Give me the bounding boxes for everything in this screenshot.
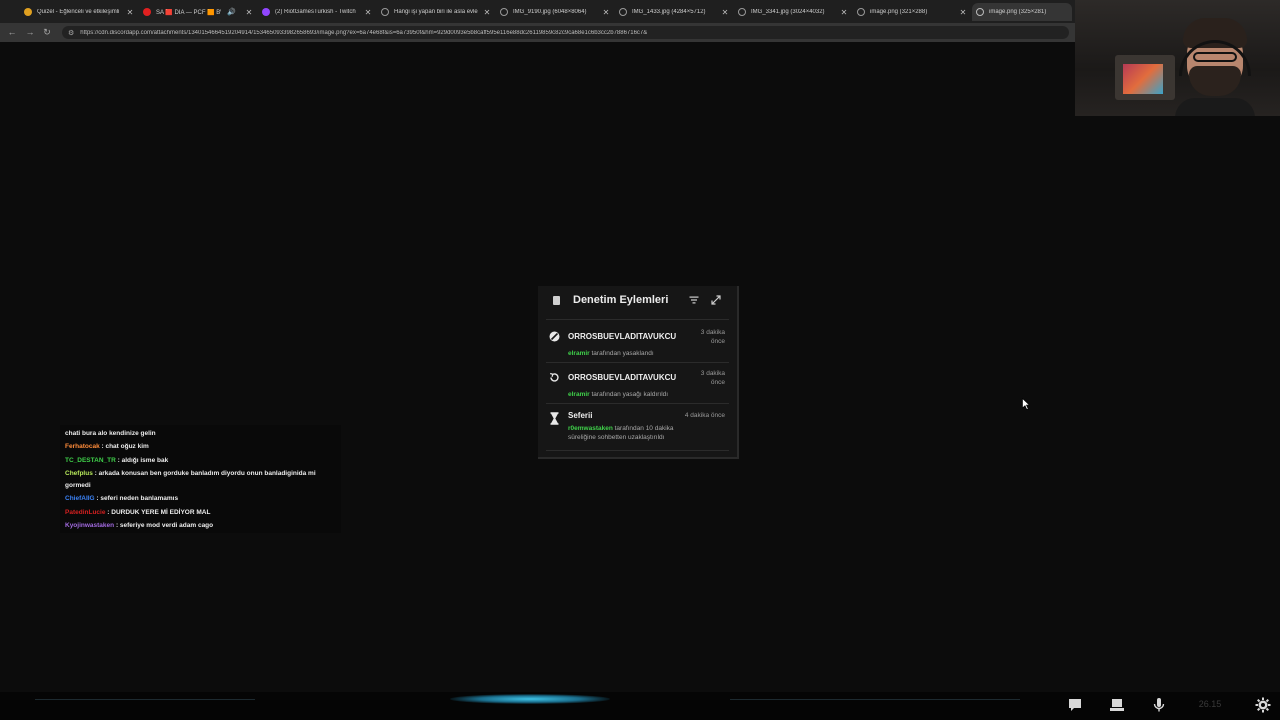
chat-icon[interactable] (1067, 697, 1083, 713)
audit-entry-actor[interactable]: elramir (568, 350, 590, 357)
address-bar[interactable]: ⚙ https://cdn.discordapp.com/attachments… (62, 26, 1069, 39)
divider (546, 319, 729, 320)
divider (546, 403, 729, 404)
globe-icon (619, 8, 627, 16)
chat-username: Ferhatocak (65, 443, 100, 450)
audit-entry-time: 4 dakika önce (684, 412, 725, 419)
browser-tab[interactable]: Hangi işi yapan biri ile asla evle ✕ (381, 3, 491, 21)
browser-tab[interactable]: image.png (321×288) ✕ (857, 3, 967, 21)
audit-entry: ORROSBUEVLADITAVUKCU 3 dakika önce elram… (538, 326, 737, 362)
browser-tab[interactable]: IMG_3341.jpg (3024×4032) ✕ (738, 3, 848, 21)
chat-username: Chefplus (65, 470, 93, 477)
close-tab-icon[interactable]: ✕ (840, 8, 848, 17)
audit-entry-actor[interactable]: elramir (568, 391, 590, 398)
audit-entry-description: r0emwastaken tarafından 10 dakika süreli… (568, 425, 674, 441)
stream-chat-overlay: chati bura alo kendinize gelin Ferhatoca… (60, 425, 341, 533)
mouse-cursor-icon (1022, 398, 1030, 410)
cam-background-monitor (1123, 64, 1163, 94)
audit-entry-description: elramir tarafından yasağı kaldırıldı (568, 391, 669, 398)
audit-entry-time: 3 dakika önce (700, 370, 725, 386)
globe-icon (976, 8, 984, 16)
browser-tab[interactable]: SA 🟥 DIA — PCF 🟧 BW 🔊 ✕ (143, 3, 253, 21)
url-text: https://cdn.discordapp.com/attachments/1… (80, 29, 648, 36)
audit-entry: ORROSBUEVLADITAVUKCU 3 dakika önce elram… (538, 367, 737, 403)
audit-entry-target: ORROSBUEVLADITAVUKCU (568, 373, 677, 382)
browser-tab[interactable]: Quizel - Eğlenceli ve etkileşimli ✕ (24, 3, 134, 21)
browser-tab-active[interactable]: image.png (325×281) (972, 3, 1072, 21)
globe-icon (500, 8, 508, 16)
quizel-icon (24, 8, 32, 16)
unban-icon (550, 372, 559, 382)
timeout-icon (550, 412, 559, 425)
globe-icon (738, 8, 746, 16)
twitch-icon (262, 8, 270, 16)
chat-message: Ferhatocak : chat oğuz kim (65, 443, 149, 450)
twitch-live-icon (143, 8, 151, 16)
chat-username: TC_DESTAN_TR (65, 457, 116, 464)
streamer (1175, 10, 1255, 116)
close-tab-icon[interactable]: ✕ (483, 8, 491, 17)
globe-icon (381, 8, 389, 16)
stream-bottom-bar (0, 692, 1280, 720)
divider (546, 450, 729, 451)
close-tab-icon[interactable]: ✕ (602, 8, 610, 17)
close-tab-icon[interactable]: ✕ (126, 8, 134, 17)
clock: 26.15 (1198, 699, 1222, 709)
filter-icon[interactable] (689, 295, 699, 305)
reload-icon[interactable]: ↻ (41, 26, 53, 38)
audit-entry-actor[interactable]: r0emwastaken (568, 425, 613, 432)
divider (35, 699, 255, 700)
chat-username: ChiefAIIG (65, 495, 95, 502)
audit-entry-target: ORROSBUEVLADITAVUKCU (568, 332, 677, 341)
chat-username: Kyojinwastaken (65, 522, 115, 529)
webcam-overlay (1075, 0, 1280, 116)
microphone-icon[interactable] (1151, 697, 1167, 713)
close-tab-icon[interactable]: ✕ (245, 8, 253, 17)
forward-icon[interactable]: → (24, 26, 36, 38)
audit-entry-description: elramir tarafından yasaklandı (568, 350, 654, 357)
browser-tab[interactable]: IMG_9190.jpg (6048×8064) ✕ (500, 3, 610, 21)
speaker-icon[interactable]: 🔊 (227, 8, 236, 16)
divider (546, 362, 729, 363)
chat-message: ChiefAIIG : seferi neden banlamamıs (65, 495, 179, 502)
browser-tab[interactable]: IMG_1433.jpg (4284×5712) ✕ (619, 3, 729, 21)
chat-message: chati bura alo kendinize gelin (65, 430, 156, 437)
audit-log-title: Denetim Eylemleri (573, 294, 669, 306)
chat-message: PatedinLucie : DURDUK YERE Mİ EDİYOR MAL (65, 509, 211, 516)
audit-entry-target: Seferii (568, 411, 593, 420)
settings-icon[interactable] (1255, 697, 1271, 713)
audit-log-header: Denetim Eylemleri (538, 286, 737, 316)
audit-log-card: Denetim Eylemleri ORROSBUEVLADITAVUKCU 3… (538, 286, 739, 459)
document-icon (553, 296, 560, 305)
site-info-icon[interactable]: ⚙ (68, 29, 74, 37)
back-icon[interactable]: ← (6, 26, 18, 38)
chat-message: Chefplus : arkada konusan ben gorduke ba… (65, 470, 316, 489)
globe-icon (857, 8, 865, 16)
glow-accent (450, 694, 610, 704)
audit-entry: Seferii 4 dakika önce r0emwastaken taraf… (538, 408, 737, 452)
chat-username: PatedinLucie (65, 509, 106, 516)
close-tab-icon[interactable]: ✕ (364, 8, 372, 17)
close-tab-icon[interactable]: ✕ (959, 8, 967, 17)
stack-icon[interactable] (1109, 697, 1125, 713)
chat-message: Kyojinwastaken : seferiye mod verdi adam… (65, 522, 214, 529)
audit-entry-time: 3 dakika önce (700, 329, 725, 345)
expand-icon[interactable] (711, 295, 721, 305)
browser-toolbar: ← → ↻ ⚙ https://cdn.discordapp.com/attac… (0, 23, 1075, 42)
browser-tab[interactable]: (2) RiotGamesTurkish - Twitch ✕ (262, 3, 372, 21)
ban-icon (549, 331, 560, 342)
browser-tab-strip: Quizel - Eğlenceli ve etkileşimli ✕ SA 🟥… (0, 0, 1075, 23)
close-tab-icon[interactable]: ✕ (721, 8, 729, 17)
divider (730, 699, 1020, 700)
chat-message: TC_DESTAN_TR : aldığı isme bak (65, 457, 169, 464)
